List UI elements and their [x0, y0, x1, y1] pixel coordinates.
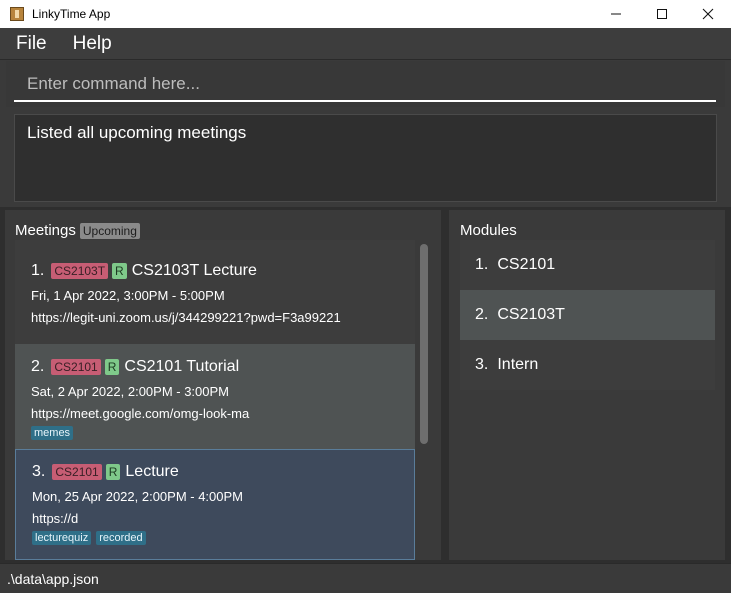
meeting-title-row: 3. CS2101 R Lecture: [32, 463, 398, 481]
meeting-card[interactable]: 2. CS2101 R CS2101 Tutorial Sat, 2 Apr 2…: [15, 344, 415, 449]
save-file-path: .\data\app.json: [7, 570, 99, 587]
recurring-tag: R: [105, 464, 121, 480]
tag-label: memes: [31, 426, 74, 440]
status-bar: .\data\app.json: [0, 563, 731, 593]
app-icon: [10, 7, 24, 21]
maximize-button[interactable]: [639, 0, 685, 28]
title-bar: LinkyTime App: [0, 0, 731, 28]
module-list[interactable]: 1. CS2101 2. CS2103T 3. Intern: [460, 240, 715, 390]
command-input[interactable]: [14, 67, 716, 102]
meetings-title: Meetings: [15, 222, 76, 239]
module-name: CS2103T: [497, 306, 565, 323]
upcoming-badge: Upcoming: [79, 222, 140, 239]
close-button[interactable]: [685, 0, 731, 28]
recurring-tag: R: [112, 263, 127, 279]
module-list-item[interactable]: 1. CS2101: [460, 240, 715, 290]
meetings-panel: Meetings Upcoming 1. CS2103T R CS2103T L…: [5, 210, 441, 560]
module-tag: CS2103T: [51, 263, 109, 279]
meeting-link: https://meet.google.com/omg-look-ma: [31, 406, 250, 421]
meeting-card[interactable]: 1. CS2103T R CS2103T Lecture Fri, 1 Apr …: [15, 240, 415, 344]
meeting-title: Lecture: [125, 463, 179, 480]
meeting-tags: memes: [31, 426, 399, 440]
window-controls: [593, 0, 731, 28]
module-index: 2.: [475, 306, 489, 323]
meetings-header: Meetings Upcoming: [15, 222, 140, 239]
minimize-button[interactable]: [593, 0, 639, 28]
meeting-time: Mon, 25 Apr 2022, 2:00PM - 4:00PM: [32, 489, 244, 504]
meeting-time: Sat, 2 Apr 2022, 2:00PM - 3:00PM: [31, 384, 230, 399]
meeting-title-row: 1. CS2103T R CS2103T Lecture: [31, 262, 399, 280]
recurring-tag: R: [104, 359, 120, 375]
meeting-index: 1.: [31, 262, 45, 279]
module-list-item[interactable]: 3. Intern: [460, 340, 715, 390]
window-title: LinkyTime App: [32, 7, 111, 21]
modules-header: Modules: [460, 222, 517, 239]
meeting-scrollbar-thumb[interactable]: [420, 244, 428, 444]
meeting-list[interactable]: 1. CS2103T R CS2103T Lecture Fri, 1 Apr …: [15, 240, 415, 560]
meeting-title: CS2103T Lecture: [131, 262, 257, 279]
module-index: 1.: [475, 256, 489, 273]
meeting-link: https://legit-uni.zoom.us/j/344299221?pw…: [31, 310, 341, 325]
module-tag: CS2101: [51, 359, 101, 375]
meeting-tags: lecturequiz recorded: [32, 531, 398, 545]
meeting-card[interactable]: 3. CS2101 R Lecture Mon, 25 Apr 2022, 2:…: [15, 449, 415, 560]
meeting-time: Fri, 1 Apr 2022, 3:00PM - 5:00PM: [31, 288, 225, 303]
module-name: Intern: [497, 356, 539, 373]
maximize-icon: [657, 9, 667, 19]
meeting-link: https://d: [32, 511, 79, 526]
meeting-title-row: 2. CS2101 R CS2101 Tutorial: [31, 358, 399, 376]
minimize-icon: [611, 13, 621, 15]
split-divider[interactable]: [441, 210, 449, 560]
tag-label: recorded: [96, 531, 146, 545]
menu-help[interactable]: Help: [69, 33, 116, 55]
tag-label: lecturequiz: [32, 531, 92, 545]
module-index: 3.: [475, 356, 489, 373]
meeting-title: CS2101 Tutorial: [124, 358, 240, 375]
module-name: CS2101: [497, 256, 556, 273]
menu-file[interactable]: File: [12, 33, 51, 55]
module-list-item-selected[interactable]: 2. CS2103T: [460, 290, 715, 340]
module-tag: CS2101: [52, 464, 102, 480]
meeting-index: 3.: [32, 463, 46, 480]
meeting-index: 2.: [31, 358, 45, 375]
result-display: Listed all upcoming meetings: [14, 114, 717, 202]
command-box: [6, 61, 725, 107]
result-text: Listed all upcoming meetings: [27, 123, 247, 142]
close-icon: [702, 8, 714, 20]
modules-panel: Modules 1. CS2101 2. CS2103T 3. Intern: [449, 210, 725, 560]
menu-bar: File Help: [0, 28, 731, 60]
